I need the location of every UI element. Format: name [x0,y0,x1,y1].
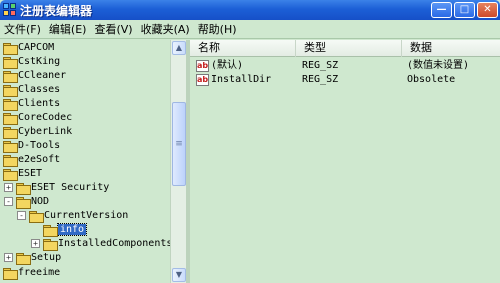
list-row[interactable]: ab (默认) REG_SZ (数值未设置) [190,59,500,73]
folder-icon [16,252,31,265]
folder-icon [3,168,18,181]
value-list: 名称 类型 数据 ab (默认) REG_SZ (数值未设置) ab Insta… [190,40,500,283]
minimize-button[interactable]: — [431,2,452,18]
folder-icon [3,70,18,83]
folder-icon [3,112,18,125]
list-header: 名称 类型 数据 [190,40,500,57]
menu-favorites[interactable]: 收藏夹(A) [137,21,194,37]
folder-icon [3,154,18,167]
folder-icon [43,224,58,237]
maximize-button[interactable]: □ [454,2,475,18]
folder-icon [16,182,31,195]
tree-item-e2esoft[interactable]: e2eSoft [3,153,61,167]
scroll-down-icon[interactable]: ▼ [172,268,186,282]
tree-scrollbar[interactable]: ▲ ≡ ▼ [170,40,186,283]
string-value-icon: ab [196,60,209,72]
folder-icon [3,126,18,139]
folder-icon [3,42,18,55]
tree-item-eset[interactable]: ESET [3,167,43,181]
folder-icon [3,56,18,69]
menu-edit[interactable]: 编辑(E) [45,21,91,37]
tree-item-installedcomponents[interactable]: + InstalledComponents [31,237,170,251]
value-type: REG_SZ [302,74,339,85]
collapse-icon[interactable]: - [4,197,13,206]
folder-icon [16,196,31,209]
tree-item-label: CoreCodec [18,112,73,123]
string-value-icon: ab [196,74,209,86]
tree-item-label: Setup [31,252,62,263]
column-header-name[interactable]: 名称 [190,40,296,57]
expand-icon[interactable]: + [4,253,13,262]
tree-item-clients[interactable]: Clients [3,97,61,111]
tree-item-label-selected: info [56,223,88,236]
tree-item-d-tools[interactable]: D-Tools [3,139,61,153]
folder-icon [43,238,58,251]
folder-icon [3,98,18,111]
value-data: (数值未设置) [407,60,470,71]
folder-icon [3,267,18,280]
title-bar: 注册表编辑器 — □ ✕ [0,0,500,20]
tree-item-label: NOD [31,196,50,207]
column-header-type[interactable]: 类型 [296,40,402,57]
close-button[interactable]: ✕ [477,2,498,18]
scroll-up-icon[interactable]: ▲ [172,41,186,55]
tree-item-ccleaner[interactable]: CCleaner [3,69,67,83]
tree-item-label: CCleaner [18,70,67,81]
tree-item-currentversion[interactable]: - CurrentVersion [17,209,129,223]
tree-item-label: CAPCOM [18,42,55,53]
scroll-thumb[interactable]: ≡ [172,102,186,186]
menu-view[interactable]: 查看(V) [90,21,136,37]
tree-item-label: D-Tools [18,140,61,151]
folder-open-icon [29,210,44,223]
tree-item-eset-security[interactable]: + ESET Security [4,181,110,195]
value-data: Obsolete [407,74,456,85]
tree-item-corecodec[interactable]: CoreCodec [3,111,73,125]
tree-item-label: Classes [18,84,61,95]
tree-item-label: freeime [18,267,61,278]
tree-item-cyberlink[interactable]: CyberLink [3,125,73,139]
tree-item-label: Clients [18,98,61,109]
folder-icon [3,84,18,97]
tree-item-label: CstKing [18,56,61,67]
value-name: InstallDir [211,74,272,85]
tree-item-label: ESET Security [31,182,110,193]
menu-bar: 文件(F) 编辑(E) 查看(V) 收藏夹(A) 帮助(H) [0,20,500,39]
column-header-data[interactable]: 数据 [402,40,500,57]
expand-icon[interactable]: + [31,239,40,248]
tree-item-label: CyberLink [18,126,73,137]
expand-icon[interactable]: + [4,183,13,192]
tree-item-nod[interactable]: - NOD [4,195,50,209]
tree-item-cstking[interactable]: CstKing [3,55,61,69]
menu-help[interactable]: 帮助(H) [194,21,241,37]
tree-item-freeime[interactable]: freeime [3,266,61,280]
tree-item-info[interactable]: info [43,223,88,237]
value-name: (默认) [211,60,244,71]
menu-file[interactable]: 文件(F) [0,21,45,37]
tree-item-capcom[interactable]: CAPCOM [3,41,55,55]
registry-tree: CAPCOM CstKing CCleaner Classes Clients … [0,40,170,283]
tree-item-classes[interactable]: Classes [3,83,61,97]
folder-icon [3,140,18,153]
tree-item-label: ESET [18,168,43,179]
tree-item-label: InstalledComponents [58,238,170,249]
value-type: REG_SZ [302,60,339,71]
list-row[interactable]: ab InstallDir REG_SZ Obsolete [190,73,500,87]
tree-item-label: CurrentVersion [44,210,129,221]
tree-item-label: e2eSoft [18,154,61,165]
registry-editor-icon [3,3,17,17]
collapse-icon[interactable]: - [17,211,26,220]
tree-item-setup[interactable]: + Setup [4,251,62,265]
window-title: 注册表编辑器 [20,3,93,18]
